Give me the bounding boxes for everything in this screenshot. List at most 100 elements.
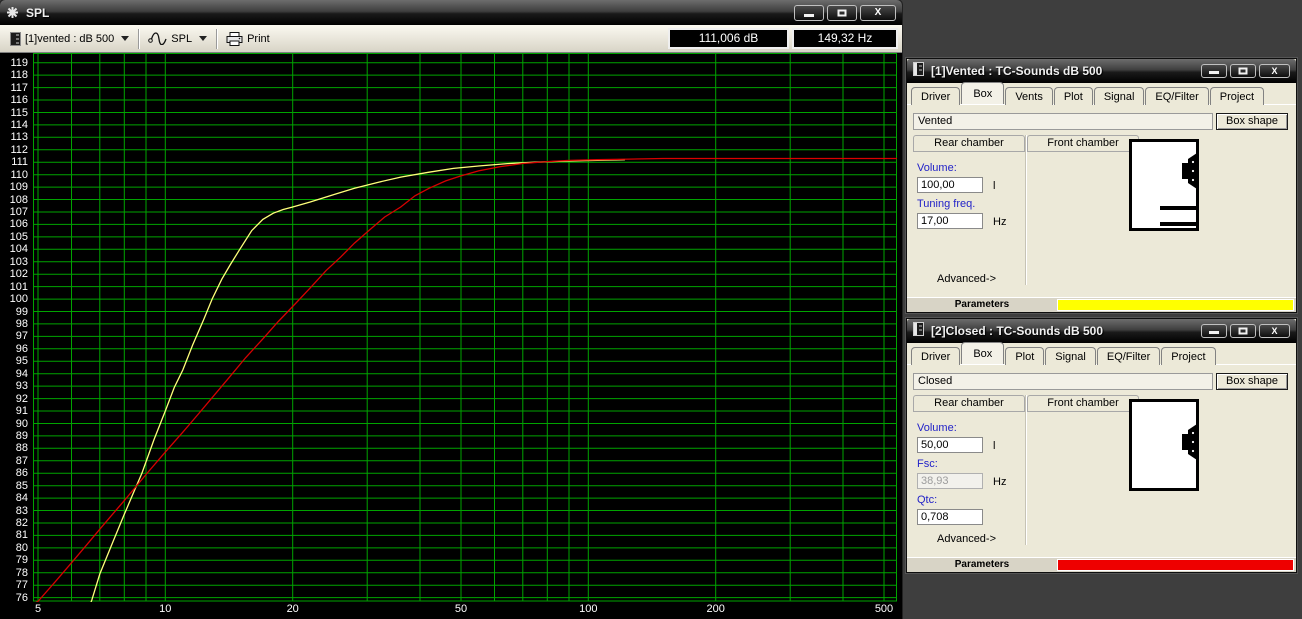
toolbar-separator: [138, 29, 139, 49]
y-axis-tick-label: 102: [2, 268, 28, 280]
y-axis-tick-label: 83: [2, 505, 28, 517]
close-icon: X: [1260, 65, 1289, 77]
y-axis-tick-label: 99: [2, 306, 28, 318]
box-shape-button[interactable]: Box shape: [1216, 373, 1288, 390]
app-icon: [6, 6, 19, 19]
maximize-button[interactable]: [1230, 64, 1256, 78]
maximize-button[interactable]: [1230, 324, 1256, 338]
panel-tabs: DriverBoxPlotSignalEQ/FilterProject: [907, 343, 1296, 365]
close-icon: X: [1260, 325, 1289, 337]
field-input-volume[interactable]: 50,00: [917, 437, 983, 453]
tab-plot[interactable]: Plot: [1054, 87, 1093, 106]
y-axis-tick-label: 117: [2, 82, 28, 94]
advanced-link[interactable]: Advanced->: [937, 273, 996, 285]
tab-signal[interactable]: Signal: [1094, 87, 1145, 106]
frequency-axis: 5102050100200500: [0, 602, 896, 619]
minimize-button[interactable]: [1201, 64, 1227, 78]
close-button[interactable]: X: [860, 5, 896, 21]
y-axis-tick-label: 104: [2, 243, 28, 255]
column-divider: [1025, 395, 1026, 545]
field-input-volume[interactable]: 100,00: [917, 177, 983, 193]
y-axis-tick-label: 109: [2, 181, 28, 193]
x-axis-tick-label: 50: [441, 603, 481, 615]
print-button[interactable]: Print: [220, 30, 276, 48]
panel-titlebar: [2]Closed : TC-Sounds dB 500X: [907, 319, 1296, 343]
advanced-link[interactable]: Advanced->: [937, 533, 996, 545]
tab-driver[interactable]: Driver: [911, 87, 960, 106]
curve-color-bar: [1057, 299, 1294, 311]
y-axis-tick-label: 116: [2, 94, 28, 106]
curve-select-combo[interactable]: [1]vented : dB 500: [4, 30, 135, 48]
tab-project[interactable]: Project: [1210, 87, 1264, 106]
y-axis-tick-label: 105: [2, 231, 28, 243]
panel-closed: [2]Closed : TC-Sounds dB 500XDriverBoxPl…: [906, 318, 1297, 573]
panel-statusbar: Parameters: [907, 557, 1296, 572]
y-axis-tick-label: 98: [2, 318, 28, 330]
y-axis-tick-label: 77: [2, 579, 28, 591]
field-input-qtc[interactable]: 0,708: [917, 509, 983, 525]
window-title: SPL: [26, 6, 49, 20]
minimize-icon: [1209, 71, 1219, 74]
tab-driver[interactable]: Driver: [911, 347, 960, 366]
y-axis-tick-label: 94: [2, 368, 28, 380]
panel-titlebar: [1]Vented : TC-Sounds dB 500 X: [907, 59, 1296, 83]
x-axis-tick-label: 200: [696, 603, 736, 615]
tab-rear-chamber[interactable]: Rear chamber: [913, 135, 1025, 152]
y-axis-tick-label: 115: [2, 107, 28, 119]
plot-type-combo[interactable]: SPL: [142, 30, 213, 47]
minimize-icon: [1209, 331, 1219, 334]
y-axis-tick-label: 80: [2, 542, 28, 554]
minimize-button[interactable]: [794, 5, 824, 21]
desktop: SPL X [1]vented : dB 500 SPL: [0, 0, 1302, 619]
minimize-icon: [804, 14, 814, 17]
field-input-fsc[interactable]: 38,93: [917, 473, 983, 489]
spl-plot[interactable]: 1191181171161151141131121111101091081071…: [0, 53, 902, 619]
tab-box[interactable]: Box: [961, 342, 1004, 364]
y-axis-tick-label: 81: [2, 529, 28, 541]
y-axis-tick-label: 106: [2, 218, 28, 230]
tab-vents[interactable]: Vents: [1005, 87, 1053, 106]
speaker-icon: [1175, 149, 1197, 193]
box-tab-content: ClosedBox shape Rear chamberFront chamber…: [907, 365, 1296, 557]
tab-project[interactable]: Project: [1161, 347, 1215, 366]
y-axis-tick-label: 118: [2, 69, 28, 81]
plot-type-label: SPL: [171, 33, 192, 45]
chevron-down-icon: [121, 36, 129, 41]
panel-statusbar: Parameters: [907, 297, 1296, 312]
tab-eq-filter[interactable]: EQ/Filter: [1097, 347, 1160, 366]
vent-port-icon: [1160, 206, 1196, 210]
closed-box-diagram: [1129, 399, 1199, 491]
tab-signal[interactable]: Signal: [1045, 347, 1096, 366]
minimize-button[interactable]: [1201, 324, 1227, 338]
close-button[interactable]: X: [1259, 324, 1290, 338]
panel-title: [1]Vented : TC-Sounds dB 500: [931, 64, 1102, 78]
close-button[interactable]: X: [1259, 64, 1290, 78]
y-axis-tick-label: 112: [2, 144, 28, 156]
restore-button[interactable]: [827, 5, 857, 21]
tab-front-chamber[interactable]: Front chamber: [1027, 135, 1139, 152]
y-axis-tick-label: 107: [2, 206, 28, 218]
field-label-qtc: Qtc:: [917, 494, 937, 506]
tab-eq-filter[interactable]: EQ/Filter: [1145, 87, 1208, 106]
y-axis-tick-label: 110: [2, 169, 28, 181]
box-name-field[interactable]: Vented: [913, 113, 1213, 130]
y-axis-tick-label: 96: [2, 343, 28, 355]
tab-front-chamber[interactable]: Front chamber: [1027, 395, 1139, 412]
field-label-fsc: Fsc:: [917, 458, 938, 470]
field-unit-label: Hz: [993, 216, 1006, 228]
tab-plot[interactable]: Plot: [1005, 347, 1044, 366]
spl-axis: 1191181171161151141131121111101091081071…: [0, 53, 31, 602]
toolbar-separator: [216, 29, 217, 49]
box-name-field[interactable]: Closed: [913, 373, 1213, 390]
box-shape-button[interactable]: Box shape: [1216, 113, 1288, 130]
y-axis-tick-label: 87: [2, 455, 28, 467]
spl-chart-canvas[interactable]: [33, 53, 897, 602]
curve-color-bar: [1057, 559, 1294, 571]
plot-border: [34, 54, 897, 602]
tab-box[interactable]: Box: [961, 82, 1004, 104]
tab-rear-chamber[interactable]: Rear chamber: [913, 395, 1025, 412]
y-axis-tick-label: 108: [2, 194, 28, 206]
field-input-tuning-freq[interactable]: 17,00: [917, 213, 983, 229]
y-axis-tick-label: 119: [2, 57, 28, 69]
parameters-status-label: Parameters: [907, 298, 1057, 312]
